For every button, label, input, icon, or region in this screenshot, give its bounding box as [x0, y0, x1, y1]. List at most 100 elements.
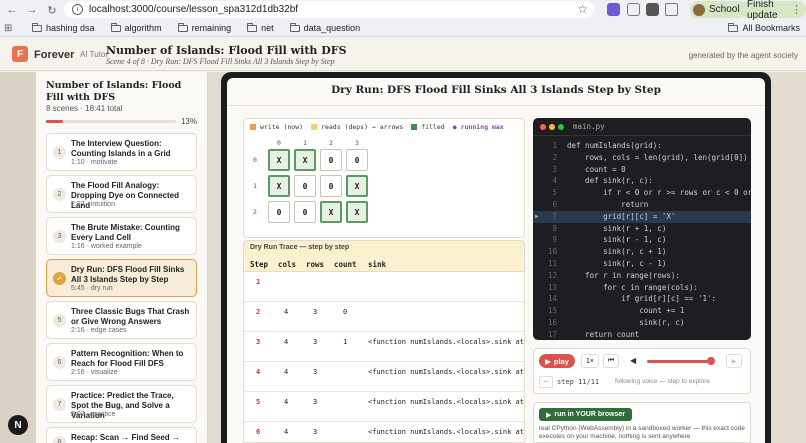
- code-text: return: [567, 200, 649, 209]
- scene-item-5[interactable]: 5 Three Classic Bugs That Crash or Give …: [46, 301, 197, 339]
- write-swatch: [250, 124, 256, 130]
- scene-item-6[interactable]: 6 Pattern Recognition: When to Reach for…: [46, 343, 197, 381]
- code-line: 6 return: [533, 199, 751, 211]
- divider: [533, 135, 751, 136]
- legend-filled: filled: [421, 123, 445, 131]
- run-in-browser-button[interactable]: ▶ run in YOUR browser: [539, 408, 633, 421]
- trace-heading: Dry Run Trace — step by step: [244, 241, 524, 255]
- code-line: 16 sink(r, c): [533, 317, 751, 329]
- right-background: [771, 72, 806, 443]
- check-icon: ✓: [53, 272, 66, 285]
- scene-item-7[interactable]: 7 Practice: Predict the Trace, Spot the …: [46, 385, 197, 423]
- reload-icon[interactable]: ↻: [44, 2, 60, 18]
- play-button[interactable]: ▶ play: [539, 354, 575, 368]
- run-description: real CPython (WebAssembly) in a sandboxe…: [539, 425, 745, 440]
- grid-cell: X: [320, 201, 342, 223]
- scene-meta: 5:45 · dry run: [71, 285, 113, 292]
- code-text: sink(r, c + 1): [567, 247, 667, 257]
- code-filename: main.py: [573, 122, 605, 131]
- volume-slider[interactable]: [647, 360, 712, 363]
- code-line: 11 sink(r, c - 1): [533, 258, 751, 270]
- table-row: 5 4 3 <function numIslands.<locals>.sink…: [244, 392, 524, 422]
- all-bookmarks[interactable]: All Bookmarks: [728, 22, 800, 33]
- col-header: rows: [306, 260, 325, 269]
- profile-chip[interactable]: School: [690, 1, 747, 18]
- bookmark-folder[interactable]: remaining: [177, 22, 231, 33]
- reader-icon[interactable]: [627, 3, 640, 16]
- grid-cell: 0: [346, 149, 368, 171]
- legend-write: write (now): [260, 123, 304, 131]
- scene-title: The Brute Mistake: Counting Every Land C…: [71, 223, 180, 242]
- scene-item-4-active[interactable]: ✓ Dry Run: DFS Flood Fill Sinks All 3 Is…: [46, 259, 197, 297]
- line-number: 9: [552, 235, 557, 245]
- scene-subtitle: Scene 4 of 8 · Dry Run: DFS Flood Fill S…: [106, 57, 335, 66]
- volume-icon[interactable]: ◀: [630, 356, 636, 365]
- bookmark-folder[interactable]: algorithm: [110, 22, 162, 33]
- code-text: sink(r, c): [567, 318, 685, 327]
- scene-item-2[interactable]: 2 The Flood Fill Analogy: Dropping Dye o…: [46, 175, 197, 213]
- col-index: 2: [329, 139, 333, 147]
- code-text: def numIslands(grid):: [567, 141, 662, 150]
- site-info-icon[interactable]: i: [72, 4, 83, 15]
- col-header: count: [334, 260, 357, 269]
- profile-name: School: [709, 4, 740, 15]
- scene-meta: 2:16 · edge cases: [71, 327, 127, 334]
- table-row: 6 4 3 <function numIslands.<locals>.sink…: [244, 422, 524, 442]
- code-text: grid[r][c] = 'X': [567, 211, 676, 221]
- line-number: 2: [552, 152, 557, 162]
- step-forward-icon[interactable]: ▶: [726, 354, 742, 368]
- row-index: 1: [253, 182, 257, 190]
- forward-arrow-icon[interactable]: →: [24, 2, 40, 18]
- extension-f-icon[interactable]: [646, 3, 659, 16]
- run-play-icon: ▶: [546, 411, 552, 419]
- scene-title: Recap: Scan → Find Seed → Sink →: [71, 433, 180, 442]
- legend-running: running max: [460, 123, 504, 131]
- scene-title: Dry Run: DFS Flood Fill Sinks All 3 Isla…: [71, 265, 185, 284]
- sidebar-meta: 8 scenes · 18:41 total: [46, 104, 123, 113]
- progress-fill: [46, 120, 63, 123]
- row-index: 2: [253, 208, 257, 216]
- scene-title: Pattern Recognition: When to Reach for F…: [71, 349, 184, 368]
- line-number: 5: [552, 188, 557, 198]
- bookmark-star-icon[interactable]: ☆: [577, 2, 588, 16]
- code-line: 17 return count: [533, 329, 751, 340]
- puzzle-extensions-icon[interactable]: [665, 3, 678, 16]
- grid-cell: X: [294, 149, 316, 171]
- bookmark-folder[interactable]: net: [247, 22, 274, 33]
- scene-item-1[interactable]: 1 The Interview Question: Counting Islan…: [46, 133, 197, 171]
- grid-cell: X: [268, 175, 290, 197]
- code-text: sink(r, c - 1): [567, 259, 667, 268]
- bookmark-folder[interactable]: hashing dsa: [32, 22, 95, 33]
- window-dots: [540, 124, 564, 130]
- app-logo[interactable]: F: [12, 46, 28, 62]
- code-text: def sink(r, c):: [567, 176, 653, 186]
- playback-controls: ▶ play 1× ⏮ ◀ ▶ ⏮ step 11/11 following v…: [533, 348, 751, 394]
- line-number: 11: [547, 259, 557, 268]
- volume-slider-thumb[interactable]: [707, 357, 716, 365]
- bookmark-folder[interactable]: data_question: [289, 22, 360, 33]
- scene-item-3[interactable]: 3 The Brute Mistake: Counting Every Land…: [46, 217, 197, 255]
- extension-icon[interactable]: [607, 3, 620, 16]
- folder-icon: [247, 22, 258, 32]
- scene-item-8[interactable]: 8 Recap: Scan → Find Seed → Sink →: [46, 427, 197, 443]
- code-line: 14 if grid[r][c] == '1':: [533, 293, 751, 305]
- table-row: 1: [244, 272, 524, 302]
- folder-icon: [32, 22, 42, 32]
- run-panel: ▶ run in YOUR browser real CPython (WebA…: [533, 402, 751, 443]
- scene-meta: 2:16 · visualize: [71, 369, 118, 376]
- apps-grid-icon[interactable]: ⊞: [4, 23, 16, 34]
- scene-number: 5: [53, 314, 66, 327]
- skip-back-icon[interactable]: ⏮: [603, 354, 619, 368]
- corner-n-badge[interactable]: N: [8, 415, 28, 435]
- more-menu-icon[interactable]: ⋮: [791, 3, 802, 16]
- step-back-icon[interactable]: ⏮: [539, 376, 553, 388]
- code-line: 8 sink(r + 1, c): [533, 223, 751, 235]
- scene-sidebar: Number of Islands: Flood Fill with DFS 8…: [36, 72, 208, 443]
- address-bar[interactable]: i localhost:3000/course/lesson_spa312d1d…: [64, 1, 594, 18]
- code-text: count += 1: [567, 306, 685, 316]
- close-dot-icon: [540, 124, 546, 130]
- trace-table: Dry Run Trace — step by step Step cols r…: [243, 240, 525, 443]
- scene-title: Dry Run: DFS Flood Fill Sinks All 3 Isla…: [331, 84, 661, 96]
- speed-button[interactable]: 1×: [581, 354, 599, 368]
- back-arrow-icon[interactable]: ←: [4, 2, 20, 18]
